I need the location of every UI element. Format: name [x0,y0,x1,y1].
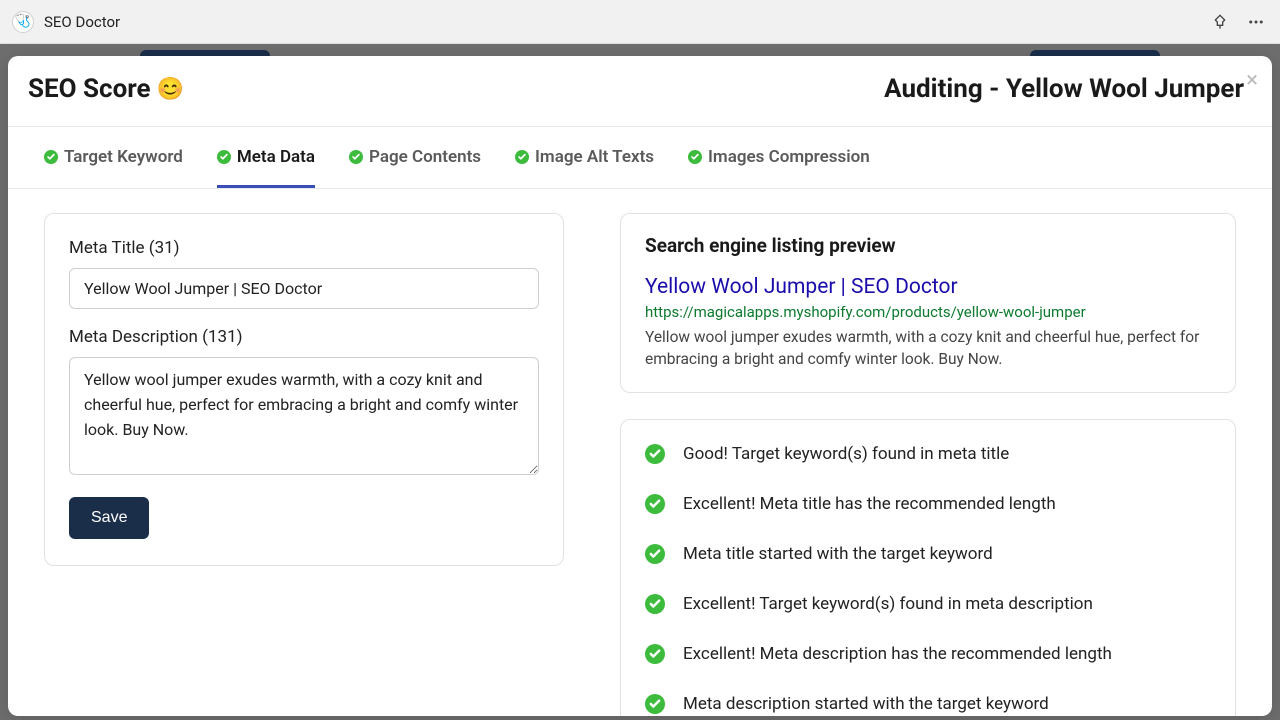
check-text: Good! Target keyword(s) found in meta ti… [683,444,1009,464]
check-text: Excellent! Meta title has the recommende… [683,494,1056,514]
tab-label: Meta Data [237,147,315,167]
tab-meta-data[interactable]: Meta Data [217,127,315,188]
meta-title-label: Meta Title (31) [69,238,539,258]
preview-title: Yellow Wool Jumper | SEO Doctor [645,275,1211,299]
check-text: Meta description started with the target… [683,694,1049,714]
check-text: Excellent! Meta description has the reco… [683,644,1112,664]
seo-modal: SEO Score 😊 Auditing - Yellow Wool Jumpe… [8,56,1272,716]
preview-url: https://magicalapps.myshopify.com/produc… [645,303,1211,321]
form-panel: Meta Title (31) Meta Description (131) S… [44,213,564,692]
tab-target-keyword[interactable]: Target Keyword [44,127,183,188]
check-icon [645,644,665,664]
modal-header: SEO Score 😊 Auditing - Yellow Wool Jumpe… [8,56,1272,127]
serp-preview-card: Search engine listing preview Yellow Woo… [620,213,1236,393]
check-icon [645,694,665,714]
checks-card: Good! Target keyword(s) found in meta ti… [620,419,1236,716]
tab-image-alt-texts[interactable]: Image Alt Texts [515,127,654,188]
check-text: Meta title started with the target keywo… [683,544,993,564]
app-logo: 🩺 [12,11,34,33]
check-icon [645,594,665,614]
check-icon [217,150,231,164]
check-icon [515,150,529,164]
preview-heading: Search engine listing preview [645,234,1211,257]
meta-description-label: Meta Description (131) [69,327,539,347]
pin-icon[interactable] [1208,10,1232,34]
check-icon [688,150,702,164]
check-icon [44,150,58,164]
score-title: SEO Score [28,74,151,104]
check-row: Excellent! Meta title has the recommende… [645,494,1211,514]
save-button[interactable]: Save [69,497,149,539]
tab-page-contents[interactable]: Page Contents [349,127,481,188]
tab-label: Image Alt Texts [535,147,654,167]
check-icon [645,444,665,464]
meta-form-card: Meta Title (31) Meta Description (131) S… [44,213,564,566]
score-emoji: 😊 [157,77,184,102]
check-row: Excellent! Meta description has the reco… [645,644,1211,664]
tab-images-compression[interactable]: Images Compression [688,127,870,188]
tabs: Target Keyword Meta Data Page Contents I… [8,127,1272,189]
check-row: Meta description started with the target… [645,694,1211,714]
check-row: Meta title started with the target keywo… [645,544,1211,564]
top-bar: 🩺 SEO Doctor [0,0,1280,44]
modal-body: Meta Title (31) Meta Description (131) S… [8,189,1272,716]
check-icon [645,494,665,514]
preview-panel: Search engine listing preview Yellow Woo… [620,213,1236,692]
close-icon[interactable]: × [1246,70,1258,92]
tab-label: Page Contents [369,147,481,167]
app-name: SEO Doctor [44,13,120,31]
tab-label: Target Keyword [64,147,183,167]
preview-description: Yellow wool jumper exudes warmth, with a… [645,327,1211,370]
check-row: Excellent! Target keyword(s) found in me… [645,594,1211,614]
check-text: Excellent! Target keyword(s) found in me… [683,594,1093,614]
check-icon [349,150,363,164]
meta-description-input[interactable] [69,357,539,475]
more-icon[interactable] [1244,10,1268,34]
check-row: Good! Target keyword(s) found in meta ti… [645,444,1211,464]
tab-label: Images Compression [708,147,870,167]
meta-title-input[interactable] [69,268,539,309]
check-icon [645,544,665,564]
auditing-title: Auditing - Yellow Wool Jumper [884,74,1244,104]
